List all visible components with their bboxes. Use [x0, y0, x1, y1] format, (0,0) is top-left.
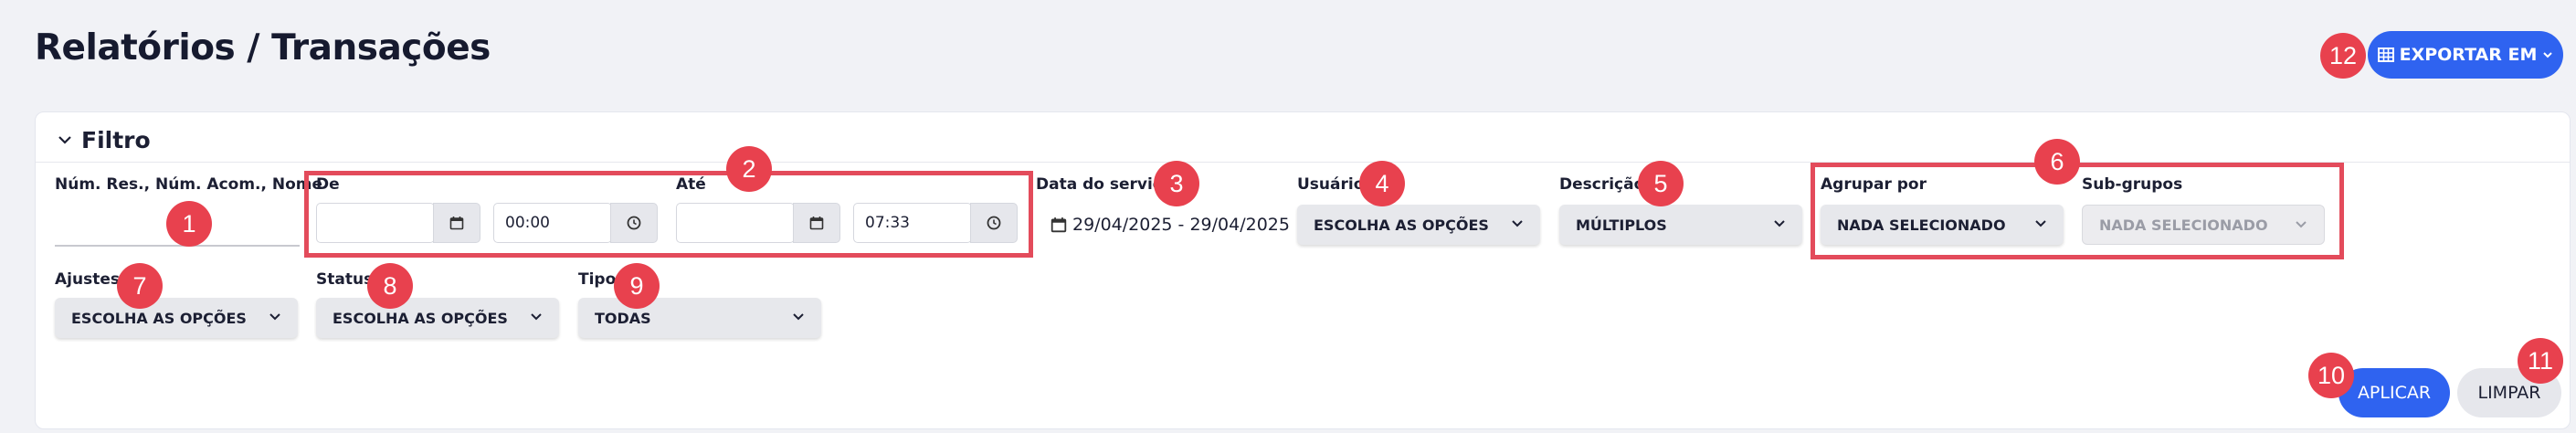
annotation-badge: 7 [117, 263, 163, 309]
data-servico-value: 29/04/2025 - 29/04/2025 [1072, 215, 1290, 235]
status-value: ESCOLHA AS OPÇÕES [333, 309, 508, 327]
annotation-badge: 4 [1359, 161, 1405, 206]
data-servico-input[interactable]: 29/04/2025 - 29/04/2025 [1050, 205, 1290, 245]
table-icon [2377, 48, 2394, 62]
tipo-label: Tipo [578, 270, 617, 289]
annotation-badge: 9 [614, 263, 660, 309]
search-label: Núm. Res., Núm. Acom., Nome [55, 175, 323, 194]
data-servico-label: Data do serviço [1036, 175, 1173, 194]
descricao-label: Descrição [1559, 175, 1645, 194]
calendar-icon [1050, 217, 1067, 233]
annotation-badge: 5 [1638, 161, 1684, 206]
annotation-badge: 2 [726, 146, 772, 192]
highlight-box-grouping [1811, 163, 2344, 259]
highlight-box-de-ate [304, 171, 1033, 258]
ajustes-select[interactable]: ESCOLHA AS OPÇÕES [55, 298, 298, 338]
ajustes-value: ESCOLHA AS OPÇÕES [71, 309, 247, 327]
page-title: Relatórios / Transações [35, 27, 491, 69]
chevron-down-icon [1774, 220, 1785, 227]
annotation-badge: 3 [1154, 161, 1199, 206]
chevron-down-icon [269, 313, 280, 321]
chevron-down-icon [793, 313, 804, 321]
export-button[interactable]: EXPORTAR EM [2368, 31, 2563, 79]
descricao-value: MÚLTIPLOS [1576, 216, 1667, 234]
export-label: EXPORTAR EM [2399, 45, 2538, 65]
usuario-value: ESCOLHA AS OPÇÕES [1314, 216, 1489, 234]
filter-card: Filtro [35, 111, 2571, 429]
ajustes-label: Ajustes [55, 270, 120, 289]
status-select[interactable]: ESCOLHA AS OPÇÕES [316, 298, 559, 338]
annotation-badge: 6 [2034, 139, 2080, 185]
annotation-badge: 10 [2308, 353, 2354, 398]
annotation-badge: 1 [166, 201, 212, 247]
annotation-badge: 12 [2320, 33, 2366, 79]
chevron-down-icon [2543, 52, 2553, 58]
filter-toggle[interactable]: Filtro [58, 121, 151, 158]
annotation-badge: 11 [2518, 338, 2563, 384]
descricao-select[interactable]: MÚLTIPLOS [1559, 205, 1802, 245]
apply-button[interactable]: APLICAR [2338, 368, 2450, 417]
tipo-value: TODAS [595, 309, 651, 327]
tipo-select[interactable]: TODAS [578, 298, 821, 338]
annotation-badge: 8 [367, 263, 413, 309]
status-label: Status [316, 270, 374, 289]
filter-title: Filtro [81, 126, 151, 153]
chevron-down-icon [531, 313, 542, 321]
chevron-down-icon [58, 136, 71, 144]
usuario-label: Usuário [1297, 175, 1365, 194]
usuario-select[interactable]: ESCOLHA AS OPÇÕES [1297, 205, 1540, 245]
chevron-down-icon [1512, 220, 1523, 227]
